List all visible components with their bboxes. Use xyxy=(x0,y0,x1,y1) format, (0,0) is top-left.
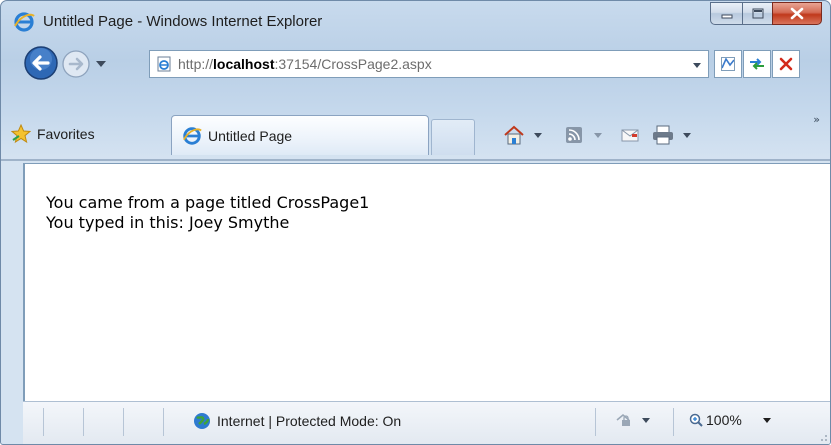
close-icon xyxy=(790,7,804,20)
read-mail-button[interactable] xyxy=(621,124,639,146)
feeds-button[interactable] xyxy=(565,124,603,146)
chevron-down-icon[interactable] xyxy=(692,60,702,70)
status-divider xyxy=(83,408,84,436)
minimize-button[interactable] xyxy=(710,2,742,25)
lock-icon xyxy=(616,413,630,426)
printer-icon xyxy=(653,125,673,145)
close-window-button[interactable] xyxy=(772,2,822,25)
print-button[interactable] xyxy=(652,124,692,146)
maximize-button[interactable] xyxy=(742,2,772,25)
rss-feed-icon xyxy=(566,127,582,143)
chevron-down-icon[interactable] xyxy=(533,130,543,140)
chevron-down-icon[interactable] xyxy=(641,415,651,425)
status-divider xyxy=(163,408,164,436)
stop-icon xyxy=(779,57,793,71)
command-bar: Favorites Untitled Page » xyxy=(1,113,830,161)
zoom-control[interactable]: 100% xyxy=(689,412,772,428)
typed-text: You typed in this: Joey Smythe xyxy=(46,213,290,232)
tab-untitled-page[interactable]: Untitled Page xyxy=(171,115,429,155)
page-content: You came from a page titled CrossPage1 Y… xyxy=(23,163,830,401)
compatibility-view-icon xyxy=(721,57,735,71)
home-button[interactable] xyxy=(503,124,543,146)
content-text: You came from a page titled CrossPage1 Y… xyxy=(46,193,369,233)
chevron-down-icon[interactable] xyxy=(593,130,603,140)
security-zone[interactable]: Internet | Protected Mode: On xyxy=(193,412,401,430)
favorites-star-icon xyxy=(11,124,31,144)
came-from-text: You came from a page titled CrossPage1 xyxy=(46,193,370,212)
maximize-icon xyxy=(752,8,763,19)
window-controls xyxy=(710,2,822,26)
zoom-level: 100% xyxy=(706,412,742,428)
resize-grip-icon[interactable] xyxy=(816,430,828,442)
chevron-down-icon[interactable] xyxy=(682,130,692,140)
new-tab-button[interactable] xyxy=(431,119,475,155)
address-bar[interactable]: http://localhost:37154/CrossPage2.aspx xyxy=(149,50,709,78)
navigation-bar: http://localhost:37154/CrossPage2.aspx xyxy=(1,45,830,85)
status-bar: Internet | Protected Mode: On 100% xyxy=(23,401,830,444)
window-title: Untitled Page - Windows Internet Explore… xyxy=(43,13,323,30)
back-button[interactable] xyxy=(23,45,59,81)
internet-explorer-icon xyxy=(14,12,35,32)
zoom-icon xyxy=(689,413,703,427)
favorites-label: Favorites xyxy=(37,126,95,142)
internet-explorer-icon xyxy=(183,127,202,145)
toolbar-divider xyxy=(1,159,830,161)
minimize-icon xyxy=(721,14,732,18)
refresh-icon xyxy=(750,58,764,70)
status-divider xyxy=(595,408,596,436)
popup-status-button[interactable] xyxy=(615,412,651,428)
browser-window: Untitled Page - Windows Internet Explore… xyxy=(0,0,831,445)
stop-button[interactable] xyxy=(772,50,800,78)
favorites-button[interactable]: Favorites xyxy=(11,119,95,149)
home-icon xyxy=(504,125,524,145)
status-divider xyxy=(43,408,44,436)
refresh-button[interactable] xyxy=(743,50,771,78)
chevron-down-icon[interactable] xyxy=(762,415,772,425)
recent-pages-dropdown[interactable] xyxy=(94,57,108,71)
compatibility-view-button[interactable] xyxy=(714,50,742,78)
page-icon xyxy=(157,56,171,72)
status-divider xyxy=(123,408,124,436)
url-text[interactable]: http://localhost:37154/CrossPage2.aspx xyxy=(178,55,432,73)
mail-icon xyxy=(621,129,639,142)
security-zone-label: Internet | Protected Mode: On xyxy=(217,413,402,429)
more-commands-chevron-icon[interactable]: » xyxy=(813,113,820,126)
title-bar[interactable]: Untitled Page - Windows Internet Explore… xyxy=(1,1,830,45)
forward-button[interactable] xyxy=(61,49,91,79)
status-divider xyxy=(673,408,674,436)
globe-icon xyxy=(194,413,210,429)
tab-label: Untitled Page xyxy=(208,128,293,144)
